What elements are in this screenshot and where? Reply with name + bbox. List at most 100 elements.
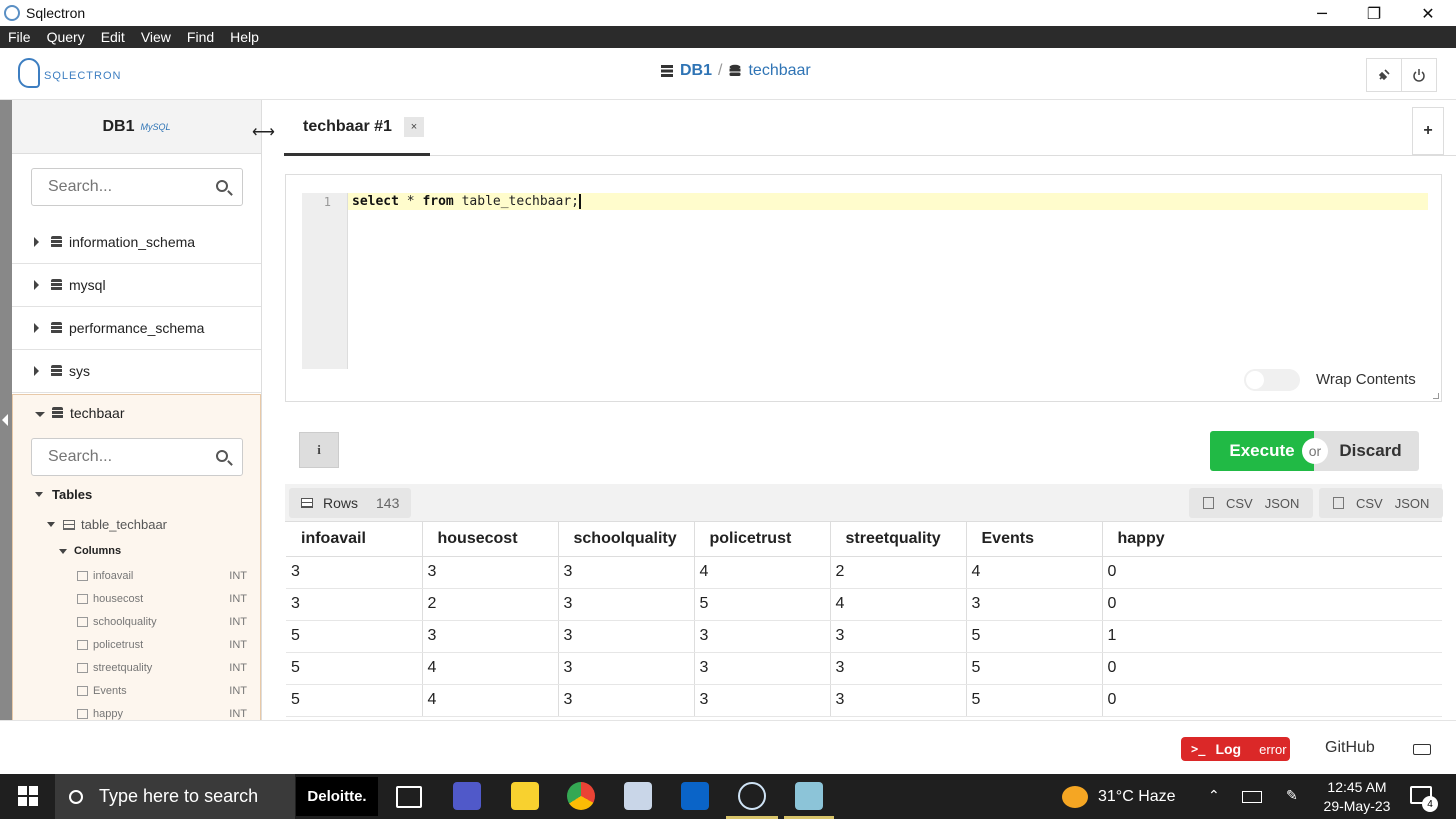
column-header[interactable]: Events <box>966 522 1103 557</box>
caret-down-icon[interactable] <box>35 412 45 417</box>
column-item[interactable]: schoolquality INT <box>77 611 247 633</box>
chrome-icon[interactable] <box>567 782 595 810</box>
column-item[interactable]: happy INT <box>77 703 247 720</box>
breadcrumb-database[interactable]: techbaar <box>728 62 811 80</box>
notepad-icon[interactable] <box>795 782 823 810</box>
table-cell[interactable]: 5 <box>966 620 1103 653</box>
column-header[interactable]: happy <box>1102 522 1442 557</box>
copy-icon[interactable] <box>1203 497 1214 509</box>
table-cell[interactable]: 3 <box>694 620 831 653</box>
table-cell[interactable]: 5 <box>694 588 831 621</box>
table-cell[interactable]: 4 <box>966 556 1103 589</box>
table-cell[interactable]: 2 <box>830 556 967 589</box>
add-tab-button[interactable]: + <box>1412 107 1444 155</box>
table-item-table-techbaar[interactable]: table_techbaar <box>47 517 167 532</box>
close-tab-button[interactable]: × <box>403 116 424 137</box>
table-cell[interactable]: 4 <box>694 556 831 589</box>
windows-start-icon[interactable] <box>18 786 38 806</box>
close-button[interactable]: ✕ <box>1402 0 1454 26</box>
deloitte-app-icon[interactable]: Deloitte. <box>296 777 378 816</box>
table-cell[interactable]: 3 <box>558 652 695 685</box>
taskbar-clock[interactable]: 12:45 AM 29-May-23 <box>1318 778 1396 816</box>
table-cell[interactable]: 3 <box>558 684 695 717</box>
table-cell[interactable]: 3 <box>558 620 695 653</box>
table-cell[interactable]: 5 <box>286 620 423 653</box>
query-editor[interactable]: 1 select * from table_techbaar; Wrap Con… <box>285 174 1442 402</box>
table-cell[interactable]: 3 <box>422 620 559 653</box>
column-header[interactable]: schoolquality <box>558 522 695 557</box>
table-cell[interactable]: 4 <box>422 684 559 717</box>
query-text[interactable]: select * from table_techbaar; <box>352 193 581 210</box>
column-header[interactable]: infoavail <box>286 522 423 557</box>
table-cell[interactable]: 5 <box>966 652 1103 685</box>
taskbar-search[interactable]: Type here to search <box>55 774 295 819</box>
table-cell[interactable]: 5 <box>966 684 1103 717</box>
table-cell[interactable]: 5 <box>286 684 423 717</box>
table-cell[interactable]: 1 <box>1102 620 1442 653</box>
table-cell[interactable]: 2 <box>422 588 559 621</box>
sidebar-item-techbaar[interactable]: techbaar <box>52 405 124 421</box>
sticky-notes-icon[interactable] <box>511 782 539 810</box>
database-search-input[interactable] <box>48 178 198 196</box>
execute-button[interactable]: Execute <box>1210 431 1314 471</box>
table-cell[interactable]: 0 <box>1102 684 1442 717</box>
menu-edit[interactable]: Edit <box>93 29 133 45</box>
table-cell[interactable]: 5 <box>286 652 423 685</box>
menu-help[interactable]: Help <box>222 29 267 45</box>
sidebar-resize-handle[interactable]: ⟷ <box>252 122 275 142</box>
table-cell[interactable]: 3 <box>422 556 559 589</box>
task-view-icon[interactable] <box>396 786 422 808</box>
save-csv-button[interactable]: CSV <box>1356 496 1383 511</box>
column-header[interactable]: policetrust <box>694 522 831 557</box>
weather-widget[interactable]: 31°C Haze <box>1062 786 1176 808</box>
save-json-button[interactable]: JSON <box>1395 496 1430 511</box>
table-cell[interactable]: 0 <box>1102 652 1442 685</box>
minimize-button[interactable]: ─ <box>1296 0 1348 26</box>
table-cell[interactable]: 4 <box>830 588 967 621</box>
table-cell[interactable]: 3 <box>558 556 695 589</box>
column-item[interactable]: housecost INT <box>77 588 247 610</box>
database-search-field[interactable] <box>31 168 243 206</box>
sidebar-item-information-schema[interactable]: information_schema <box>12 221 261 264</box>
teams-icon[interactable] <box>453 782 481 810</box>
tables-group[interactable]: Tables <box>35 487 92 502</box>
copy-json-button[interactable]: JSON <box>1265 496 1300 511</box>
disconnect-button[interactable] <box>1366 58 1402 92</box>
sidebar-item-mysql[interactable]: mysql <box>12 264 261 307</box>
power-button[interactable] <box>1401 58 1437 92</box>
log-button[interactable]: >_ Log error <box>1181 737 1290 761</box>
table-cell[interactable]: 3 <box>830 652 967 685</box>
save-icon[interactable] <box>1333 497 1344 509</box>
notification-icon[interactable]: 4 <box>1410 786 1438 812</box>
menu-view[interactable]: View <box>133 29 179 45</box>
menu-file[interactable]: File <box>0 29 39 45</box>
column-item[interactable]: infoavail INT <box>77 565 247 587</box>
discard-button[interactable]: Discard <box>1314 431 1419 471</box>
maximize-button[interactable]: ❐ <box>1348 0 1400 26</box>
column-item[interactable]: policetrust INT <box>77 634 247 656</box>
pen-icon[interactable]: ✎ <box>1286 788 1298 804</box>
outlook-icon[interactable] <box>681 782 709 810</box>
table-cell[interactable]: 3 <box>966 588 1103 621</box>
battery-icon[interactable] <box>1242 791 1262 803</box>
editor-resize-handle[interactable] <box>1433 393 1439 399</box>
table-cell[interactable]: 3 <box>286 556 423 589</box>
sidebar-item-performance-schema[interactable]: performance_schema <box>12 307 261 350</box>
copy-csv-button[interactable]: CSV <box>1226 496 1253 511</box>
snipping-tool-icon[interactable] <box>624 782 652 810</box>
column-item[interactable]: streetquality INT <box>77 657 247 679</box>
table-cell[interactable]: 3 <box>694 684 831 717</box>
column-header[interactable]: housecost <box>422 522 559 557</box>
wrap-contents-toggle[interactable] <box>1244 369 1300 391</box>
table-cell[interactable]: 3 <box>694 652 831 685</box>
table-cell[interactable]: 0 <box>1102 556 1442 589</box>
column-item[interactable]: Events INT <box>77 680 247 702</box>
info-button[interactable]: i <box>299 432 339 468</box>
sqlectron-taskbar-icon[interactable] <box>738 782 766 810</box>
menu-query[interactable]: Query <box>39 29 93 45</box>
table-search-input[interactable] <box>48 448 198 466</box>
table-cell[interactable]: 0 <box>1102 588 1442 621</box>
column-header[interactable]: streetquality <box>830 522 967 557</box>
table-cell[interactable]: 3 <box>286 588 423 621</box>
table-cell[interactable]: 3 <box>830 620 967 653</box>
